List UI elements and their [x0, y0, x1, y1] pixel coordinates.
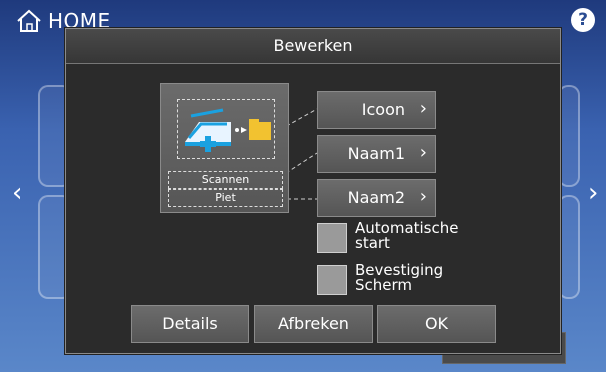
- ok-button[interactable]: OK: [377, 305, 496, 343]
- details-button[interactable]: Details: [131, 305, 249, 343]
- dialog-title: Bewerken: [66, 29, 560, 64]
- folder-icon: [249, 122, 271, 140]
- chevron-right-icon: ›: [419, 142, 427, 163]
- confirm-screen-label: Bevestiging Scherm: [355, 263, 443, 293]
- home-icon[interactable]: [16, 9, 42, 33]
- chevron-right-icon: ›: [419, 186, 427, 207]
- edit-dialog: Bewerken Scannen Piet Icoon › Naam1 › Na…: [65, 28, 561, 354]
- name2-button-label: Naam2: [347, 188, 405, 207]
- icon-button[interactable]: Icoon ›: [317, 91, 436, 129]
- cancel-button[interactable]: Afbreken: [254, 305, 373, 343]
- chevron-right-icon[interactable]: ›: [588, 180, 598, 206]
- name1-button-label: Naam1: [347, 144, 405, 163]
- scan-name-field: Scannen: [168, 171, 283, 189]
- icon-button-label: Icoon: [361, 100, 405, 119]
- name1-button[interactable]: Naam1 ›: [317, 135, 436, 173]
- chevron-right-icon: ›: [419, 98, 427, 119]
- help-icon[interactable]: ?: [571, 8, 595, 32]
- auto-start-checkbox[interactable]: [317, 223, 347, 253]
- confirm-screen-checkbox[interactable]: [317, 265, 347, 295]
- chevron-left-icon[interactable]: ‹: [12, 180, 22, 206]
- auto-start-label: Automatische start: [355, 221, 458, 251]
- scanner-icon: [185, 108, 271, 152]
- shortcut-preview: Scannen Piet: [160, 83, 289, 213]
- auto-start-label-line2: start: [355, 234, 390, 252]
- background-tile: [558, 85, 580, 187]
- background-tile: [558, 195, 580, 299]
- owner-name-field: Piet: [168, 189, 283, 207]
- confirm-screen-label-line2: Scherm: [355, 276, 413, 294]
- name2-button[interactable]: Naam2 ›: [317, 179, 436, 217]
